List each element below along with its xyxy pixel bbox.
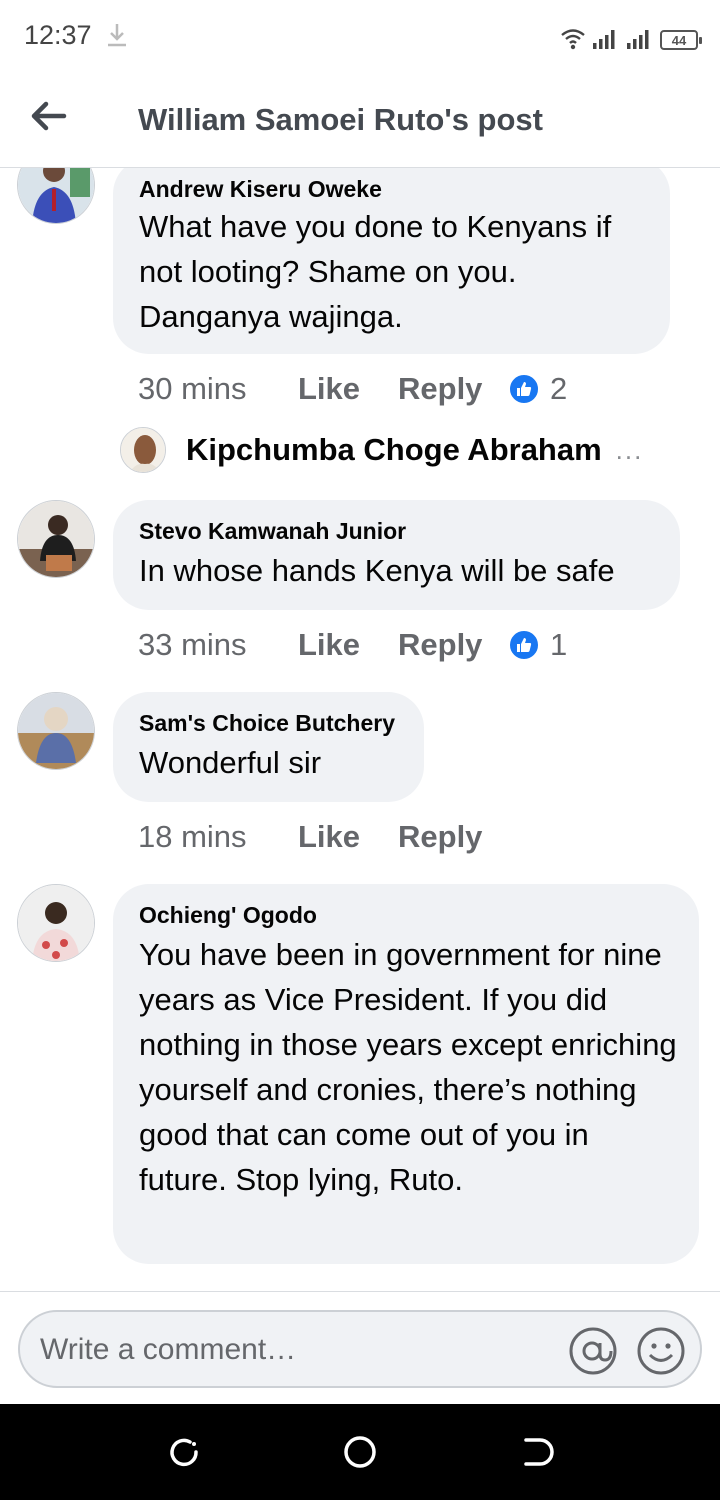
avatar[interactable]	[17, 168, 95, 224]
reply-button[interactable]: Reply	[398, 627, 508, 663]
comment-author[interactable]: Sam's Choice Butchery	[139, 710, 395, 737]
reply-preview[interactable]: Kipchumba Choge Abraham ...	[120, 426, 643, 474]
comment-bubble[interactable]: Andrew Kiseru Oweke What have you done t…	[113, 168, 670, 354]
comment-author[interactable]: Stevo Kamwanah Junior	[139, 518, 406, 545]
status-bar: 12:37 44	[0, 0, 720, 72]
wifi-icon	[561, 29, 585, 50]
reaction-count: 1	[550, 627, 568, 662]
comment-time[interactable]: 33 mins	[138, 627, 298, 663]
emoji-icon[interactable]	[636, 1326, 686, 1376]
comment-time[interactable]: 30 mins	[138, 371, 298, 407]
signal-icon	[593, 30, 615, 49]
comment-bubble[interactable]: Ochieng' Ogodo You have been in governme…	[113, 884, 699, 1264]
back-arrow-icon[interactable]	[28, 98, 68, 134]
reaction-count: 2	[550, 371, 568, 406]
recents-icon[interactable]	[166, 1434, 202, 1470]
home-icon[interactable]	[342, 1434, 378, 1470]
avatar-image	[18, 885, 94, 961]
avatar[interactable]	[17, 692, 95, 770]
comment-author[interactable]: Andrew Kiseru Oweke	[139, 176, 382, 203]
status-icons: 44	[560, 22, 702, 50]
comment-author[interactable]: Ochieng' Ogodo	[139, 902, 317, 929]
reply-button[interactable]: Reply	[398, 819, 508, 855]
avatar-image	[121, 428, 165, 472]
avatar[interactable]	[17, 884, 95, 962]
download-icon	[108, 24, 126, 47]
back-icon[interactable]	[518, 1434, 554, 1470]
comment-bubble[interactable]: Sam's Choice Butchery Wonderful sir	[113, 692, 424, 802]
more-replies[interactable]: ...	[616, 435, 644, 466]
avatar[interactable]	[17, 500, 95, 578]
battery-icon: 44	[660, 30, 702, 50]
reply-author[interactable]: Kipchumba Choge Abraham	[186, 432, 602, 468]
status-time: 12:37	[24, 20, 92, 50]
comment-text: What have you done to Kenyans if not loo…	[139, 209, 612, 334]
reaction-summary[interactable]: 1	[508, 627, 567, 663]
page-title: William Samoei Ruto's post	[138, 102, 543, 137]
comment-actions: 18 mins Like Reply	[138, 817, 508, 857]
like-button[interactable]: Like	[298, 371, 398, 407]
avatar[interactable]	[120, 427, 166, 473]
like-button[interactable]: Like	[298, 819, 398, 855]
comment-text: In whose hands Kenya will be safe	[139, 553, 615, 588]
reaction-summary[interactable]: 2	[508, 371, 567, 407]
at-mention-icon[interactable]	[568, 1326, 618, 1376]
comment-composer	[0, 1291, 720, 1404]
comment-actions: 33 mins Like Reply 1	[138, 625, 567, 665]
avatar-image	[18, 168, 94, 223]
thumbs-up-icon	[508, 629, 540, 661]
comments-list[interactable]: Andrew Kiseru Oweke What have you done t…	[0, 168, 720, 1291]
like-button[interactable]: Like	[298, 627, 398, 663]
thumbs-up-icon	[508, 373, 540, 405]
system-nav-bar	[0, 1404, 720, 1500]
app-header: William Samoei Ruto's post	[0, 72, 720, 168]
comment-time[interactable]: 18 mins	[138, 819, 298, 855]
reply-button[interactable]: Reply	[398, 371, 508, 407]
avatar-image	[18, 693, 94, 769]
comment-input[interactable]	[40, 1328, 560, 1372]
comment-input-box[interactable]	[18, 1310, 702, 1388]
avatar-image	[18, 501, 94, 577]
battery-level: 44	[671, 32, 687, 48]
comment-text: Wonderful sir	[139, 745, 322, 780]
comment-bubble[interactable]: Stevo Kamwanah Junior In whose hands Ken…	[113, 500, 680, 610]
comment-text: You have been in government for nine yea…	[139, 937, 677, 1197]
comment-actions: 30 mins Like Reply 2	[138, 369, 567, 409]
signal-icon	[627, 30, 649, 49]
